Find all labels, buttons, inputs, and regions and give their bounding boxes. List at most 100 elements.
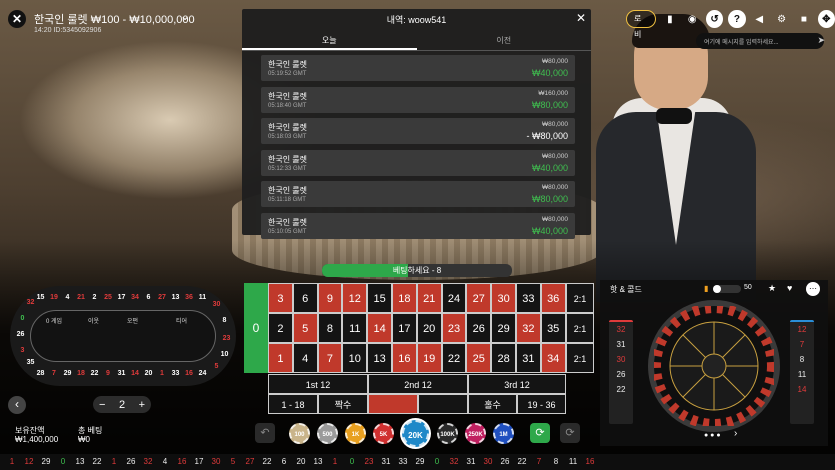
double-button[interactable]: ⟳ (560, 423, 580, 443)
chip-100k[interactable]: 100K (437, 423, 458, 444)
bet-number[interactable]: 7 (317, 343, 343, 373)
chevron-right-icon[interactable]: › (734, 428, 737, 439)
racetrack-number[interactable]: 4 (61, 289, 74, 307)
bet-number[interactable]: 10 (342, 343, 368, 373)
racetrack-number[interactable]: 7 (48, 365, 61, 383)
dozen-2nd[interactable]: 2nd 12 (368, 374, 468, 394)
bet-number[interactable]: 14 (367, 313, 392, 343)
bet-number[interactable]: 30 (491, 283, 516, 313)
racetrack-number[interactable]: 27 (156, 289, 169, 307)
lobby-button[interactable]: 로비 (626, 10, 657, 39)
bet-number[interactable]: 34 (540, 343, 566, 373)
bet-number[interactable]: 24 (441, 283, 467, 313)
bet-odd[interactable]: 홀수 (468, 394, 517, 414)
racetrack-label[interactable]: 0 게임 (46, 316, 62, 325)
racetrack-label[interactable]: 오펀 (127, 316, 138, 325)
racetrack-number[interactable]: 2 (88, 289, 101, 307)
racetrack-number[interactable]: 35 (24, 354, 37, 372)
racetrack-number[interactable]: 14 (129, 365, 142, 383)
bet-number[interactable]: 11 (342, 313, 368, 343)
bet-number[interactable]: 31 (516, 343, 541, 373)
racetrack-number[interactable]: 18 (75, 365, 88, 383)
racetrack-number[interactable]: 17 (115, 289, 128, 307)
bet-even[interactable]: 짝수 (318, 394, 368, 414)
racetrack-label[interactable]: 이웃 (88, 316, 99, 325)
dozen-3rd[interactable]: 3rd 12 (468, 374, 566, 394)
bet-number[interactable]: 16 (392, 343, 417, 373)
chip-1k[interactable]: 1K (345, 423, 366, 444)
help-icon[interactable]: ? (728, 10, 746, 28)
tab-today[interactable]: 오늘 (242, 31, 417, 50)
fullscreen-icon[interactable]: ✥ (817, 10, 835, 28)
racetrack-number[interactable]: 9 (102, 365, 115, 383)
bet-number[interactable]: 33 (516, 283, 541, 313)
racetrack-number[interactable]: 11 (196, 289, 209, 307)
bet-number[interactable]: 4 (292, 343, 318, 373)
racetrack-number[interactable]: 19 (48, 289, 61, 307)
history-row[interactable]: 한국인 룰렛 05:19:52 GMT ₩80,000 ₩40,000 (261, 55, 575, 81)
racetrack-number[interactable]: 36 (183, 289, 196, 307)
racetrack-number[interactable]: 25 (102, 289, 115, 307)
history-icon[interactable]: ↺ (705, 10, 724, 28)
more-icon[interactable]: ⋯ (806, 282, 820, 296)
chip-500[interactable]: 500 (317, 423, 338, 444)
chip-5k[interactable]: 5K (373, 423, 394, 444)
bet-number[interactable]: 29 (491, 313, 516, 343)
bet-number[interactable]: 3 (268, 283, 293, 313)
undo-button[interactable]: ↶ (255, 423, 275, 443)
volume-icon[interactable]: ◀ (751, 10, 768, 28)
repeat-button[interactable]: ⟳ (530, 423, 550, 443)
plus-button[interactable]: + (139, 399, 145, 411)
history-row[interactable]: 한국인 룰렛 05:18:40 GMT ₩160,000 ₩80,000 (261, 86, 575, 113)
bet-number[interactable]: 15 (367, 283, 392, 313)
racetrack-number[interactable]: 13 (169, 289, 182, 307)
tab-previous[interactable]: 이전 (417, 31, 592, 50)
racetrack-number[interactable]: 20 (142, 365, 155, 383)
bet-number[interactable]: 25 (466, 343, 492, 373)
chip-20k[interactable]: 20K (402, 420, 429, 447)
history-row[interactable]: 한국인 룰렛 05:12:33 GMT ₩80,000 ₩40,000 (261, 149, 575, 176)
history-row[interactable]: 한국인 룰렛 05:11:18 GMT ₩80,000 ₩80,000 (261, 181, 575, 207)
bet-number[interactable]: 2 (268, 313, 293, 343)
bet-number[interactable]: 9 (317, 283, 343, 313)
racetrack-number[interactable]: 8 (218, 312, 231, 330)
column-bet-top[interactable]: 2:1 (566, 283, 594, 313)
chip-1m[interactable]: 1M (493, 423, 514, 444)
column-bet-middle[interactable]: 2:1 (566, 313, 594, 343)
bet-number[interactable]: 35 (540, 313, 566, 343)
bet-number[interactable]: 17 (392, 313, 417, 343)
bet-number[interactable]: 1 (268, 343, 293, 373)
racetrack-label[interactable]: 티어 (176, 316, 187, 325)
star-icon[interactable]: ★ (768, 283, 776, 294)
bet-black[interactable] (418, 394, 468, 414)
bet-number[interactable]: 23 (441, 313, 467, 343)
bet-number[interactable]: 5 (292, 313, 318, 343)
bet-number[interactable]: 22 (441, 343, 467, 373)
bet-low[interactable]: 1 - 18 (268, 394, 318, 414)
stats-slider[interactable] (713, 285, 741, 293)
racetrack-number[interactable]: 5 (210, 358, 223, 376)
bet-number[interactable]: 18 (392, 283, 417, 313)
chat-icon[interactable]: ▮ (661, 10, 678, 28)
bet-number[interactable]: 19 (416, 343, 442, 373)
minus-button[interactable]: − (99, 399, 105, 411)
heart-icon[interactable]: ♥ (787, 283, 792, 293)
history-row[interactable]: 한국인 룰렛 05:10:05 GMT ₩80,000 ₩40,000 (261, 212, 575, 239)
racetrack-number[interactable]: 22 (88, 365, 101, 383)
bet-high[interactable]: 19 - 36 (517, 394, 566, 414)
dozen-1st[interactable]: 1st 12 (268, 374, 368, 394)
gear-icon[interactable]: ⚙ (773, 10, 790, 28)
racetrack-number[interactable]: 34 (129, 289, 142, 307)
racetrack-number[interactable]: 31 (115, 365, 128, 383)
racetrack-number[interactable]: 21 (75, 289, 88, 307)
racetrack-number[interactable]: 24 (196, 365, 209, 383)
chip-250k[interactable]: 250K (465, 423, 486, 444)
chat-input[interactable]: 여기에 메시지를 입력하세요... (696, 33, 824, 49)
close-game-button[interactable]: ✕ (8, 10, 26, 28)
chevron-down-icon[interactable]: ⌄ (180, 9, 190, 23)
bet-zero[interactable]: 0 (244, 283, 268, 373)
video-settings-icon[interactable]: ◉ (684, 10, 701, 28)
bet-number[interactable]: 36 (540, 283, 566, 313)
racetrack-number[interactable]: 6 (142, 289, 155, 307)
send-icon[interactable]: ➤ (817, 35, 825, 46)
